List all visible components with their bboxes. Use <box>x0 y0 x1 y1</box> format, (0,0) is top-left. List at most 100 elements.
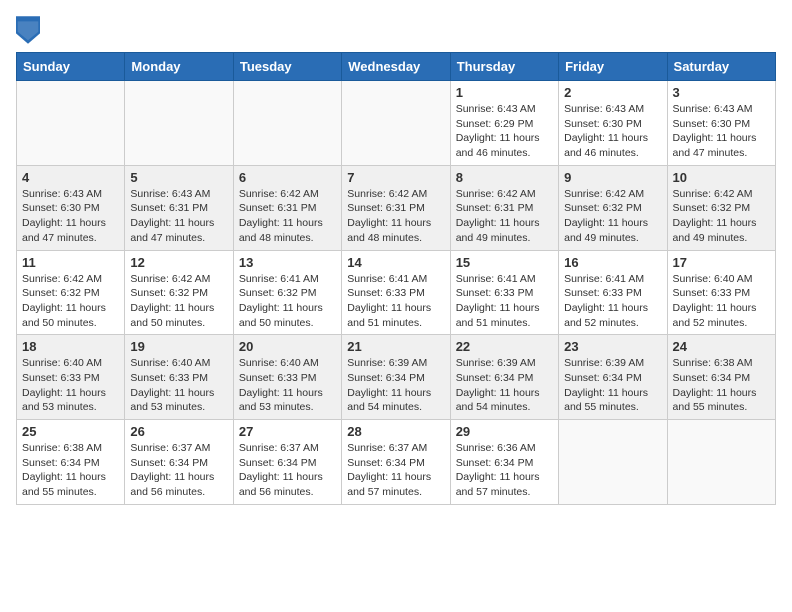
header-friday: Friday <box>559 53 667 81</box>
day-number: 22 <box>456 339 553 354</box>
day-number: 14 <box>347 255 444 270</box>
calendar-cell <box>125 81 233 166</box>
calendar-cell <box>233 81 341 166</box>
logo-icon <box>16 16 40 44</box>
day-number: 15 <box>456 255 553 270</box>
day-number: 29 <box>456 424 553 439</box>
day-info: Sunrise: 6:39 AM Sunset: 6:34 PM Dayligh… <box>564 356 661 415</box>
logo <box>16 16 44 44</box>
day-number: 19 <box>130 339 227 354</box>
calendar-cell: 19Sunrise: 6:40 AM Sunset: 6:33 PM Dayli… <box>125 335 233 420</box>
day-number: 2 <box>564 85 661 100</box>
header-saturday: Saturday <box>667 53 775 81</box>
day-number: 4 <box>22 170 119 185</box>
calendar-body: 1 Sunrise: 6:43 AM Sunset: 6:29 PM Daylig… <box>17 81 776 505</box>
day-info: Sunrise: 6:37 AM Sunset: 6:34 PM Dayligh… <box>347 441 444 500</box>
calendar-cell: 17 Sunrise: 6:40 AM Sunset: 6:33 PM Dayli… <box>667 250 775 335</box>
calendar-cell: 5 Sunrise: 6:43 AM Sunset: 6:31 PM Daylig… <box>125 165 233 250</box>
day-number: 6 <box>239 170 336 185</box>
calendar-cell: 7Sunrise: 6:42 AM Sunset: 6:31 PM Daylig… <box>342 165 450 250</box>
calendar-cell: 3Sunrise: 6:43 AM Sunset: 6:30 PM Daylig… <box>667 81 775 166</box>
calendar-cell: 25 Sunrise: 6:38 AM Sunset: 6:34 PM Dayli… <box>17 420 125 505</box>
day-info: Sunrise: 6:41 AM Sunset: 6:33 PM Dayligh… <box>564 272 661 331</box>
day-info: Sunrise: 6:37 AM Sunset: 6:34 PM Dayligh… <box>239 441 336 500</box>
day-number: 28 <box>347 424 444 439</box>
calendar-cell: 4Sunrise: 6:43 AM Sunset: 6:30 PM Daylig… <box>17 165 125 250</box>
calendar-cell: 15 Sunrise: 6:41 AM Sunset: 6:33 PM Dayli… <box>450 250 558 335</box>
calendar-cell: 9 Sunrise: 6:42 AM Sunset: 6:32 PM Daylig… <box>559 165 667 250</box>
day-number: 11 <box>22 255 119 270</box>
day-info: Sunrise: 6:43 AM Sunset: 6:30 PM Dayligh… <box>673 102 770 161</box>
day-number: 20 <box>239 339 336 354</box>
week-row-1: 1 Sunrise: 6:43 AM Sunset: 6:29 PM Daylig… <box>17 81 776 166</box>
day-info: Sunrise: 6:42 AM Sunset: 6:31 PM Dayligh… <box>456 187 553 246</box>
day-info: Sunrise: 6:42 AM Sunset: 6:32 PM Dayligh… <box>564 187 661 246</box>
calendar-cell: 24Sunrise: 6:38 AM Sunset: 6:34 PM Dayli… <box>667 335 775 420</box>
calendar-cell: 26 Sunrise: 6:37 AM Sunset: 6:34 PM Dayli… <box>125 420 233 505</box>
day-number: 5 <box>130 170 227 185</box>
calendar-cell: 16Sunrise: 6:41 AM Sunset: 6:33 PM Dayli… <box>559 250 667 335</box>
calendar-cell <box>559 420 667 505</box>
day-info: Sunrise: 6:43 AM Sunset: 6:29 PM Dayligh… <box>456 102 553 161</box>
calendar-cell: 12 Sunrise: 6:42 AM Sunset: 6:32 PM Dayli… <box>125 250 233 335</box>
header-thursday: Thursday <box>450 53 558 81</box>
calendar-table: SundayMondayTuesdayWednesdayThursdayFrid… <box>16 52 776 505</box>
day-info: Sunrise: 6:39 AM Sunset: 6:34 PM Dayligh… <box>456 356 553 415</box>
day-info: Sunrise: 6:42 AM Sunset: 6:32 PM Dayligh… <box>673 187 770 246</box>
day-number: 1 <box>456 85 553 100</box>
page-header <box>16 16 776 44</box>
day-info: Sunrise: 6:43 AM Sunset: 6:30 PM Dayligh… <box>564 102 661 161</box>
calendar-cell: 14 Sunrise: 6:41 AM Sunset: 6:33 PM Dayli… <box>342 250 450 335</box>
calendar-cell: 29 Sunrise: 6:36 AM Sunset: 6:34 PM Dayli… <box>450 420 558 505</box>
day-info: Sunrise: 6:41 AM Sunset: 6:32 PM Dayligh… <box>239 272 336 331</box>
calendar-cell: 2 Sunrise: 6:43 AM Sunset: 6:30 PM Daylig… <box>559 81 667 166</box>
calendar-cell: 28 Sunrise: 6:37 AM Sunset: 6:34 PM Dayli… <box>342 420 450 505</box>
calendar-cell: 27 Sunrise: 6:37 AM Sunset: 6:34 PM Dayli… <box>233 420 341 505</box>
calendar-cell: 20Sunrise: 6:40 AM Sunset: 6:33 PM Dayli… <box>233 335 341 420</box>
week-row-4: 18Sunrise: 6:40 AM Sunset: 6:33 PM Dayli… <box>17 335 776 420</box>
day-info: Sunrise: 6:38 AM Sunset: 6:34 PM Dayligh… <box>22 441 119 500</box>
calendar-cell: 23 Sunrise: 6:39 AM Sunset: 6:34 PM Dayli… <box>559 335 667 420</box>
calendar-cell: 13 Sunrise: 6:41 AM Sunset: 6:32 PM Dayli… <box>233 250 341 335</box>
calendar-cell <box>342 81 450 166</box>
calendar-cell: 21 Sunrise: 6:39 AM Sunset: 6:34 PM Dayli… <box>342 335 450 420</box>
header-wednesday: Wednesday <box>342 53 450 81</box>
calendar-cell: 22 Sunrise: 6:39 AM Sunset: 6:34 PM Dayli… <box>450 335 558 420</box>
calendar-cell: 10 Sunrise: 6:42 AM Sunset: 6:32 PM Dayli… <box>667 165 775 250</box>
day-info: Sunrise: 6:42 AM Sunset: 6:32 PM Dayligh… <box>22 272 119 331</box>
calendar-cell <box>17 81 125 166</box>
day-number: 21 <box>347 339 444 354</box>
day-info: Sunrise: 6:40 AM Sunset: 6:33 PM Dayligh… <box>673 272 770 331</box>
day-number: 17 <box>673 255 770 270</box>
calendar-cell: 6 Sunrise: 6:42 AM Sunset: 6:31 PM Daylig… <box>233 165 341 250</box>
day-info: Sunrise: 6:43 AM Sunset: 6:31 PM Dayligh… <box>130 187 227 246</box>
header-sunday: Sunday <box>17 53 125 81</box>
day-number: 23 <box>564 339 661 354</box>
day-info: Sunrise: 6:36 AM Sunset: 6:34 PM Dayligh… <box>456 441 553 500</box>
days-of-week-row: SundayMondayTuesdayWednesdayThursdayFrid… <box>17 53 776 81</box>
header-monday: Monday <box>125 53 233 81</box>
week-row-3: 11 Sunrise: 6:42 AM Sunset: 6:32 PM Dayli… <box>17 250 776 335</box>
calendar-cell <box>667 420 775 505</box>
header-tuesday: Tuesday <box>233 53 341 81</box>
calendar-cell: 11 Sunrise: 6:42 AM Sunset: 6:32 PM Dayli… <box>17 250 125 335</box>
day-number: 8 <box>456 170 553 185</box>
day-number: 27 <box>239 424 336 439</box>
day-info: Sunrise: 6:42 AM Sunset: 6:32 PM Dayligh… <box>130 272 227 331</box>
day-number: 25 <box>22 424 119 439</box>
day-info: Sunrise: 6:39 AM Sunset: 6:34 PM Dayligh… <box>347 356 444 415</box>
day-number: 12 <box>130 255 227 270</box>
day-number: 7 <box>347 170 444 185</box>
day-number: 9 <box>564 170 661 185</box>
day-info: Sunrise: 6:41 AM Sunset: 6:33 PM Dayligh… <box>456 272 553 331</box>
calendar-header: SundayMondayTuesdayWednesdayThursdayFrid… <box>17 53 776 81</box>
calendar-cell: 18Sunrise: 6:40 AM Sunset: 6:33 PM Dayli… <box>17 335 125 420</box>
day-number: 13 <box>239 255 336 270</box>
day-info: Sunrise: 6:41 AM Sunset: 6:33 PM Dayligh… <box>347 272 444 331</box>
day-number: 10 <box>673 170 770 185</box>
day-info: Sunrise: 6:37 AM Sunset: 6:34 PM Dayligh… <box>130 441 227 500</box>
calendar-cell: 1 Sunrise: 6:43 AM Sunset: 6:29 PM Daylig… <box>450 81 558 166</box>
week-row-2: 4Sunrise: 6:43 AM Sunset: 6:30 PM Daylig… <box>17 165 776 250</box>
day-info: Sunrise: 6:42 AM Sunset: 6:31 PM Dayligh… <box>239 187 336 246</box>
day-number: 26 <box>130 424 227 439</box>
